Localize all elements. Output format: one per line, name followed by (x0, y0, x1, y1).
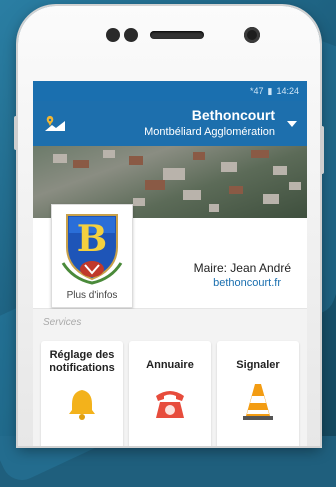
app-bar: Bethoncourt Montbéliard Agglomération (33, 101, 307, 146)
phone-icon (156, 390, 184, 418)
tile-label: Signaler (236, 359, 280, 371)
coat-of-arms-icon: B (61, 214, 123, 285)
battery-icon: ▮ (267, 85, 273, 96)
website-link[interactable]: bethoncourt.fr (213, 277, 281, 289)
sensor-icon (124, 28, 138, 42)
sensor-icon (106, 28, 120, 42)
city-info-card: B Plus d'infos Maire: Jean André bethonc… (33, 204, 307, 309)
services-heading: Services (43, 317, 82, 328)
tile-directory[interactable]: Annuaire (129, 341, 211, 446)
coat-of-arms-card[interactable]: B Plus d'infos (51, 204, 133, 308)
clock: 14:24 (276, 86, 299, 96)
signal-indicator: *47 (250, 86, 264, 96)
power-button (320, 126, 324, 174)
traffic-cone-icon (243, 383, 273, 420)
more-info-link[interactable]: Plus d'infos (52, 290, 132, 301)
bell-icon (69, 390, 95, 421)
city-name[interactable]: Bethoncourt (192, 107, 275, 123)
front-camera (244, 27, 260, 43)
map-location-icon[interactable] (43, 115, 67, 133)
speaker-grille (150, 31, 204, 39)
services-section: Services Réglage des notifications Annua… (33, 309, 307, 446)
tile-report[interactable]: Signaler (217, 341, 299, 446)
volume-button (14, 116, 18, 150)
mayor-name: Maire: Jean André (193, 261, 291, 275)
tile-label: Réglage des notifications (49, 349, 115, 374)
chevron-down-icon[interactable] (287, 121, 297, 127)
app-screen: *47 ▮ 14:24 Bethoncourt Montbéliard Aggl… (33, 81, 307, 446)
tile-notifications[interactable]: Réglage des notifications (41, 341, 123, 446)
status-bar: *47 ▮ 14:24 (33, 81, 307, 101)
svg-text:B: B (77, 218, 107, 260)
tile-label: Annuaire (146, 359, 194, 371)
agglomeration-name: Montbéliard Agglomération (144, 126, 275, 138)
phone-frame: *47 ▮ 14:24 Bethoncourt Montbéliard Aggl… (14, 6, 324, 446)
